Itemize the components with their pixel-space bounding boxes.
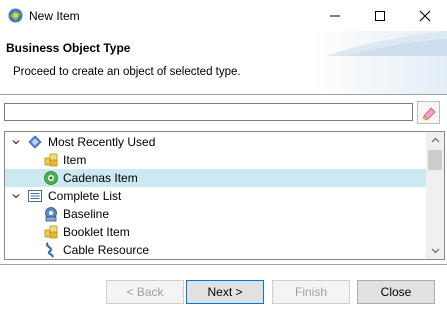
title-bar: New Item bbox=[0, 0, 447, 31]
diamond-folder-icon bbox=[28, 135, 42, 149]
tree-row-label: Most Recently Used bbox=[48, 135, 156, 149]
maximize-icon bbox=[374, 10, 385, 21]
filter-input[interactable] bbox=[4, 103, 413, 121]
minimize-button[interactable] bbox=[312, 0, 357, 31]
tree-row-label: Cable Resource bbox=[63, 243, 150, 257]
chevron-down-icon[interactable] bbox=[11, 137, 21, 147]
app-icon bbox=[8, 8, 23, 23]
tree-row-label: Booklet Item bbox=[63, 225, 130, 239]
tree-row-baseline[interactable]: Baseline bbox=[5, 205, 426, 223]
banner-decoration bbox=[327, 31, 447, 56]
chevron-up-icon bbox=[431, 137, 439, 143]
back-button[interactable]: < Back bbox=[106, 280, 184, 304]
tree-row-most-recently-used[interactable]: Most Recently Used bbox=[5, 133, 426, 151]
page-description: Proceed to create an object of selected … bbox=[13, 66, 241, 78]
cadenas-icon bbox=[44, 171, 58, 185]
close-button[interactable]: Close bbox=[357, 280, 435, 304]
tree-row-label: Cadenas Item bbox=[63, 171, 138, 185]
next-button[interactable]: Next > bbox=[186, 280, 264, 304]
chevron-down-icon[interactable] bbox=[11, 191, 21, 201]
cable-icon bbox=[46, 242, 54, 258]
divider bbox=[0, 94, 447, 95]
scroll-down-button[interactable] bbox=[426, 243, 444, 259]
tree-row-cable-resource[interactable]: Cable Resource bbox=[5, 241, 426, 259]
minimize-icon bbox=[329, 15, 340, 16]
tree-row-label: Complete List bbox=[48, 189, 122, 203]
scroll-up-button[interactable] bbox=[426, 132, 444, 148]
scroll-thumb[interactable] bbox=[428, 150, 442, 170]
close-icon bbox=[419, 10, 430, 21]
divider bbox=[0, 264, 447, 265]
list-icon bbox=[28, 190, 42, 202]
maximize-button[interactable] bbox=[357, 0, 402, 31]
tree-row-label: Baseline bbox=[63, 207, 110, 221]
eraser-icon bbox=[422, 106, 436, 120]
item-cubes-icon bbox=[44, 153, 58, 167]
tree-row-complete-list[interactable]: Complete List bbox=[5, 187, 426, 205]
clear-filter-button[interactable] bbox=[417, 101, 440, 124]
item-cubes-icon bbox=[44, 225, 58, 239]
object-type-tree[interactable]: Most Recently Used Item Cadenas Item Com… bbox=[4, 131, 445, 260]
tree-row-item[interactable]: Item bbox=[5, 151, 426, 169]
window-title: New Item bbox=[29, 9, 80, 23]
finish-button[interactable]: Finish bbox=[272, 280, 350, 304]
baseline-icon bbox=[45, 207, 57, 222]
chevron-down-icon bbox=[431, 248, 439, 254]
tree-row-booklet-item[interactable]: Booklet Item bbox=[5, 223, 426, 241]
tree-row-label: Item bbox=[63, 153, 87, 167]
close-window-button[interactable] bbox=[402, 0, 447, 31]
page-title: Business Object Type bbox=[6, 41, 131, 55]
tree-row-cadenas-item[interactable]: Cadenas Item bbox=[5, 169, 426, 187]
vertical-scrollbar[interactable] bbox=[426, 132, 444, 259]
